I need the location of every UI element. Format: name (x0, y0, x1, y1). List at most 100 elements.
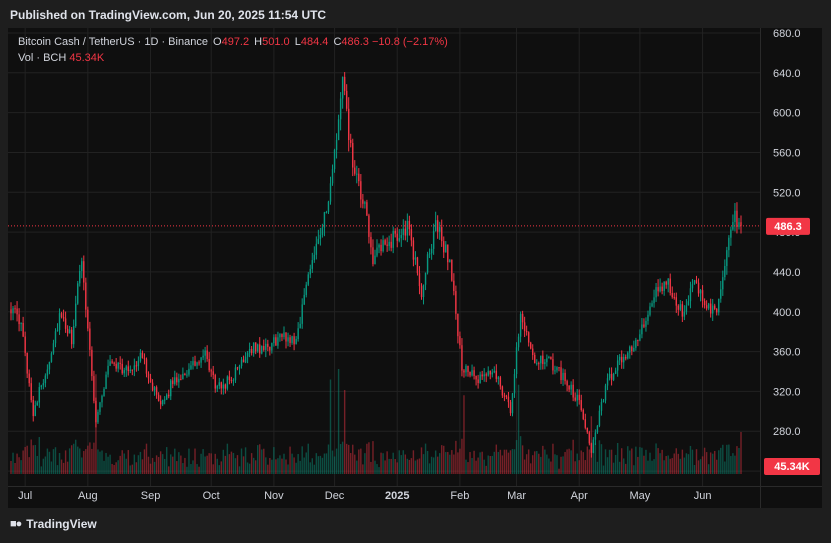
candle-body (499, 377, 502, 387)
candle-body (497, 377, 500, 379)
volume-bar (265, 457, 267, 474)
tradingview-logo[interactable]: ■● TradingView (10, 517, 97, 531)
candle-body (691, 284, 694, 289)
volume-bar (701, 456, 704, 474)
volume-bar (620, 448, 623, 474)
volume-bar (473, 450, 475, 474)
volume-bar (28, 457, 30, 474)
volume-bar (388, 458, 390, 474)
candle-body (705, 305, 708, 309)
candle-body (578, 394, 580, 401)
volume-bar (623, 458, 625, 474)
candle-body (675, 297, 677, 306)
candle-body (542, 355, 544, 365)
candle-body (317, 238, 320, 244)
volume-bar (121, 450, 123, 474)
volume-bar (218, 465, 220, 474)
volume-bar (89, 442, 91, 474)
volume-bar (618, 461, 621, 474)
volume-bar (329, 379, 332, 474)
candle-body (44, 375, 47, 384)
candle-body (505, 395, 508, 397)
candle-body (107, 365, 109, 375)
volume-bar (487, 455, 489, 474)
volume-bar (428, 463, 431, 474)
candle-body (250, 348, 253, 354)
x-tick-label: Sep (141, 490, 161, 502)
candle-body (564, 372, 566, 382)
candle-body (147, 373, 150, 379)
volume-bar (647, 460, 649, 474)
volume-bar (689, 445, 692, 474)
candle-body (592, 439, 595, 453)
candle-body (667, 278, 669, 285)
candle-body (513, 374, 516, 394)
candle-body (232, 380, 235, 382)
volume-bar (10, 460, 12, 474)
volume-bar (234, 458, 237, 474)
volume-bar (22, 450, 24, 474)
volume-bar (570, 450, 572, 474)
candle-body (176, 377, 178, 383)
candle-body (119, 362, 121, 364)
candle-body (341, 76, 344, 99)
candle-body (659, 286, 661, 292)
candle-body (441, 227, 443, 242)
volume-bar (728, 444, 730, 474)
candle-body (289, 337, 291, 343)
volume-bar (281, 458, 283, 474)
volume-bar (449, 454, 451, 474)
volume-bar (127, 450, 129, 474)
volume-bar (481, 451, 483, 474)
published-caption: Published on TradingView.com, Jun 20, 20… (10, 8, 327, 22)
volume-bar (202, 449, 204, 474)
candlestick-chart[interactable]: 680.0640.0600.0560.0520.0480.0440.0400.0… (8, 28, 822, 508)
volume-bar (107, 456, 109, 474)
candle-body (412, 240, 415, 260)
candle-body (394, 230, 396, 234)
candle-body (465, 365, 467, 373)
volume-bar (635, 446, 637, 474)
volume-bar (87, 445, 89, 474)
volume-bar (465, 459, 467, 474)
volume-bar (434, 450, 437, 474)
volume-bar (333, 456, 336, 474)
candle-body (414, 257, 417, 260)
candle-body (347, 108, 350, 141)
volume-bar (738, 447, 740, 474)
volume-bar (542, 445, 544, 474)
candle-body (582, 410, 584, 420)
volume-bar (594, 443, 597, 474)
candle-body (358, 173, 360, 182)
candle-body (515, 347, 518, 375)
volume-bar (293, 457, 295, 474)
volume-bar (277, 458, 279, 474)
candle-body (161, 399, 164, 405)
candle-body (129, 369, 132, 372)
candle-body (653, 297, 655, 304)
candle-body (345, 90, 348, 109)
volume-bar (430, 456, 433, 474)
volume-bar (295, 462, 297, 474)
candle-body (724, 265, 726, 278)
volume-bar (339, 444, 342, 474)
candle-body (42, 383, 45, 386)
candle-body (608, 373, 611, 379)
candle-body (406, 220, 409, 236)
candle-body (97, 411, 99, 423)
volume-bar (301, 446, 303, 474)
chart-area[interactable]: 680.0640.0600.0560.0520.0480.0440.0400.0… (8, 28, 822, 508)
volume-bar (261, 449, 263, 474)
candle-body (598, 410, 601, 426)
candle-body (28, 373, 30, 384)
candle-body (687, 301, 690, 306)
candle-body (192, 361, 194, 366)
x-tick-label: May (630, 490, 651, 502)
volume-bar (228, 454, 231, 474)
candle-body (91, 349, 93, 377)
candle-body (467, 365, 469, 372)
volume-bar (578, 460, 580, 474)
candle-body (113, 362, 115, 364)
candle-body (430, 248, 433, 254)
volume-bar (416, 459, 419, 474)
